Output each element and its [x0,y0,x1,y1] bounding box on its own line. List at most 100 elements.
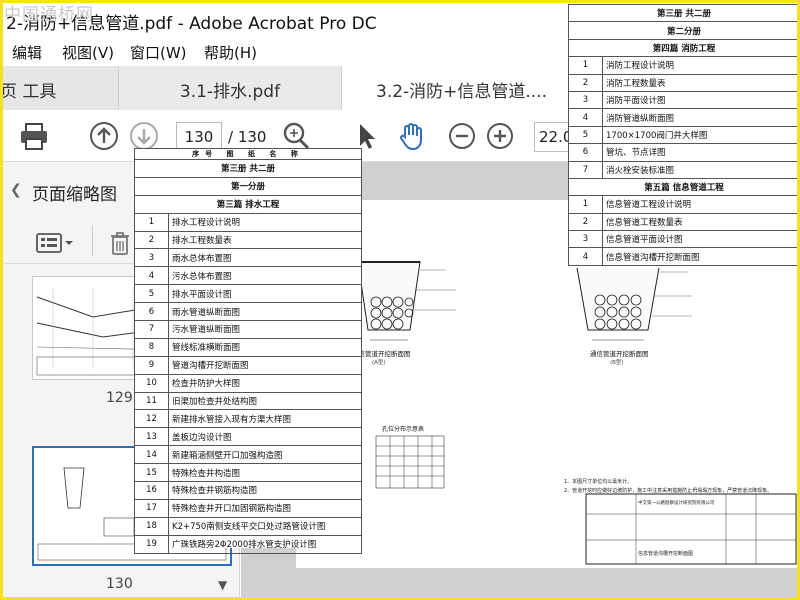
row-number-cell: 2 [568,212,603,232]
thumbnail-options-icon[interactable] [36,232,74,258]
row-number-cell: 7 [568,160,603,179]
row-number-cell: 3 [134,248,169,268]
drawing-name-cell: 消防管道纵断面图 [602,108,800,127]
table-row: 7 消火栓安装标准图 [568,160,800,179]
table-section-row: 第三册 共二册 [568,3,800,23]
table-row: 1 消防工程设计说明 [568,56,800,75]
row-number-cell: 5 [134,284,169,304]
scroll-down-icon[interactable]: ▼ [218,578,227,592]
table-row: 12 新建排水管接入现有方渠大样图 [134,409,362,429]
row-number-cell: 4 [134,266,169,286]
chevron-left-icon[interactable]: ❮ [10,182,22,198]
row-number-cell: 6 [134,302,169,322]
table-section-row: 第三册 共二册 [134,159,362,178]
row-number-cell: 1 [134,212,169,232]
drawing-name-cell: K2+750南侧支线平交口处过路管设计图 [168,516,362,536]
table-row: 11 旧渠加检查井处结构图 [134,391,362,411]
row-number-cell: 1 [568,195,603,214]
caption-section-b-sub: (B型) [610,360,624,366]
section-title-cell: 第五篇 信息管道工程 [568,177,800,197]
row-number-cell: 17 [134,498,169,518]
drawing-name-cell: 1700×1700阀门井大样图 [602,125,800,145]
tab-fire-info-label: 3.2-消防+信息管道.... [376,82,548,102]
row-number-cell: 11 [134,391,169,411]
menu-edit[interactable]: 编辑 [12,42,42,63]
drawing-name-cell: 管坑、节点详图 [602,143,800,162]
zoom-in-icon[interactable] [484,120,516,152]
drawing-name-cell: 消防平面设计图 [602,90,800,110]
section-title-cell: 第一分册 [134,176,362,196]
tab-fire-info[interactable]: 3.2-消防+信息管道.... [342,66,572,110]
drawing-name-cell: 旧渠加检查井处结构图 [168,391,362,411]
table-row: 5 排水平面设计图 [134,284,362,304]
drawing-name-cell: 雨水总体布置图 [168,248,362,268]
table-row: 9 管道沟槽开挖断面图 [134,355,362,375]
drawing-name-cell: 消火栓安装标准图 [602,160,800,179]
drawing-name-cell: 信息管道工程数量表 [602,212,800,232]
tab-drainage-label: 3.1-排水.pdf [179,82,281,102]
table-section-row: 第四篇 消防工程 [568,38,800,58]
caption-section-b: 通信管道开挖断面图 [590,350,649,358]
sidebar-title: 页面缩略图 [32,185,117,205]
row-number-cell: 13 [134,427,169,447]
row-number-cell: 10 [134,373,169,393]
tab-drainage[interactable]: 3.1-排水.pdf [118,66,342,110]
row-number-cell: 8 [134,337,169,357]
section-title-cell: 第四篇 消防工程 [568,38,800,58]
sidebar-divider [92,226,93,256]
note-2: 2、管道开挖时应做好边坡防护，施工中注意采用措施防止坍塌塌方现象，严禁管道沉降现… [564,488,773,494]
previous-page-icon[interactable] [88,120,120,152]
tab-tools[interactable]: 页 工具 [0,66,118,110]
tab-tools-label: 页 工具 [0,82,57,102]
table-row: 16 特殊检查井钢筋构造图 [134,481,362,500]
drawing-name-cell: 管道沟槽开挖断面图 [168,355,362,375]
drawing-name-cell: 新建排水管接入现有方渠大样图 [168,409,362,429]
table-row: 2 信息管道工程数量表 [568,212,800,232]
delete-icon[interactable] [108,230,132,260]
row-number-cell: 15 [134,463,169,483]
thumbnail-label-130: 130 [106,576,133,592]
table-row: 1 信息管道工程设计说明 [568,195,800,214]
drawing-name-cell: 新建箱涵侧壁开口加强构造图 [168,445,362,465]
table-section-row: 第三篇 排水工程 [134,194,362,214]
hole-table-title: 孔位分布示意表 [382,426,425,433]
drawing-name-cell: 雨水管道纵断面图 [168,302,362,322]
drawing-name-cell: 信息管道平面设计图 [602,230,800,249]
drawing-name-cell: 消防工程数量表 [602,73,800,92]
row-number-cell: 3 [568,90,603,110]
row-number-cell: 3 [568,230,603,249]
section-title-cell: 第二分册 [568,21,800,40]
menu-view[interactable]: 视图(V) [62,42,114,63]
menu-window[interactable]: 窗口(W) [130,42,187,63]
table-row: 5 1700×1700阀门井大样图 [568,125,800,145]
drawing-name-cell: 盖板边沟设计图 [168,427,362,447]
row-number-cell: 16 [134,481,169,500]
table-header-cell: 序号 图 纸 名 称 [134,148,362,160]
table-section-row: 第一分册 [134,176,362,196]
row-number-cell: 12 [134,409,169,429]
table-section-row: 第五篇 信息管道工程 [568,177,800,197]
title-block-drawing-name: 信息管道沟槽开挖断面图 [638,551,694,557]
row-number-cell: 19 [134,534,169,554]
hand-tool-icon[interactable] [396,120,428,152]
drawing-name-cell: 检查井防护大样图 [168,373,362,393]
note-1: 1、本图尺寸单位均以毫米计。 [564,479,633,485]
drawing-name-cell: 排水工程数量表 [168,230,362,250]
drawing-name-cell: 特殊检查井钢筋构造图 [168,481,362,500]
drawing-notes: 1、本图尺寸单位均以毫米计。 2、管道开挖时应做好边坡防护，施工中注意采用措施防… [564,478,772,496]
section-title-cell: 第三册 共二册 [568,3,800,23]
table-row: 18 K2+750南侧支线平交口处过路管设计图 [134,516,362,536]
table-section-row: 第二分册 [568,21,800,40]
drawing-index-panel-right: 第三册 共二册 第二分册 第四篇 消防工程 1 消防工程设计说明 2 消防工程数量表 3 消防平… [568,3,800,268]
table-row: 7 污水管道纵断面图 [134,320,362,339]
drawing-name-cell: 信息管道沟槽开挖断面图 [602,247,800,266]
drawing-index-table-right: 第三册 共二册 第二分册 第四篇 消防工程 1 消防工程设计说明 2 消防工程数量表 3 消防平… [568,3,800,266]
zoom-out-icon[interactable] [446,120,478,152]
menu-help[interactable]: 帮助(H) [204,42,257,63]
print-icon[interactable] [18,120,50,152]
drawing-name-cell: 消防工程设计说明 [602,56,800,75]
table-row: 13 盖板边沟设计图 [134,427,362,447]
drawing-name-cell: 污水管道纵断面图 [168,320,362,339]
table-row: 4 信息管道沟槽开挖断面图 [568,247,800,266]
row-number-cell: 7 [134,320,169,339]
